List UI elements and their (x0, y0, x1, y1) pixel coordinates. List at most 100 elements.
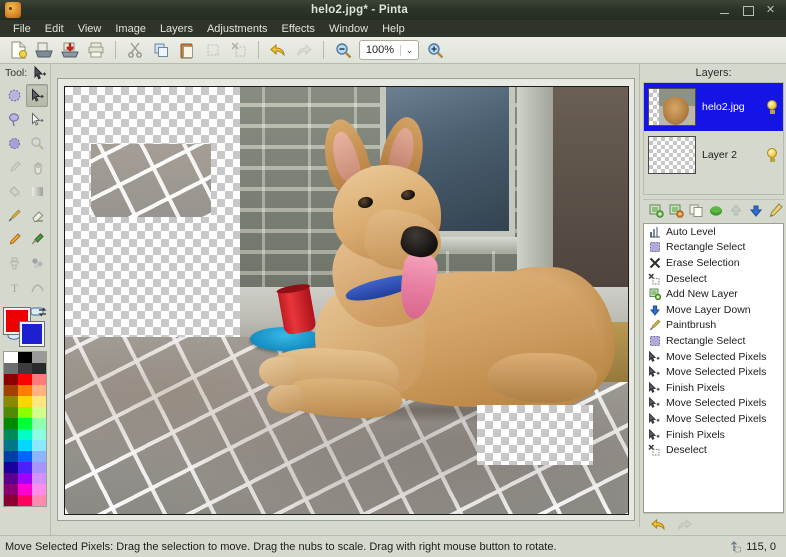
new-file-icon[interactable] (6, 39, 30, 61)
history-item[interactable]: Move Selected Pixels (644, 349, 783, 365)
color-swatch[interactable] (32, 495, 46, 506)
tool-pan[interactable] (26, 156, 48, 179)
color-swatch[interactable] (4, 363, 18, 374)
image-canvas[interactable] (64, 86, 629, 515)
minimize-button[interactable] (718, 4, 731, 17)
history-item[interactable]: Auto Level (644, 224, 783, 240)
swap-colors-icon[interactable] (37, 307, 47, 317)
copy-icon[interactable] (149, 39, 173, 61)
tool-clone-stamp[interactable] (3, 252, 25, 275)
color-swatch[interactable] (32, 484, 46, 495)
color-swatch[interactable] (32, 418, 46, 429)
color-swatch[interactable] (18, 396, 32, 407)
tool-recolor[interactable] (26, 252, 48, 275)
tool-text[interactable]: T (3, 276, 25, 299)
history-item[interactable]: Move Selected Pixels (644, 364, 783, 380)
color-swatch[interactable] (4, 495, 18, 506)
color-swatch[interactable] (4, 418, 18, 429)
menu-item-edit[interactable]: Edit (38, 22, 71, 36)
color-swatch[interactable] (18, 451, 32, 462)
history-redo-icon[interactable] (675, 516, 693, 534)
history-item[interactable]: Deselect (644, 271, 783, 287)
maximize-button[interactable] (741, 4, 754, 17)
layer-row[interactable]: helo2.jpg (644, 83, 783, 131)
menu-item-window[interactable]: Window (322, 22, 375, 36)
color-swatch[interactable] (18, 484, 32, 495)
menu-item-help[interactable]: Help (375, 22, 412, 36)
open-file-icon[interactable] (32, 39, 56, 61)
color-swatch[interactable] (18, 418, 32, 429)
move-layer-up-icon[interactable] (727, 202, 744, 220)
history-item[interactable]: Deselect (644, 442, 783, 458)
save-file-icon[interactable] (58, 39, 82, 61)
color-swatch[interactable] (4, 396, 18, 407)
delete-layer-icon[interactable] (667, 202, 684, 220)
history-item[interactable]: Add New Layer (644, 286, 783, 302)
tool-zoom[interactable] (26, 132, 48, 155)
tool-paint-bucket[interactable] (3, 180, 25, 203)
color-swatch[interactable] (18, 473, 32, 484)
color-swatch[interactable] (32, 363, 46, 374)
color-swatch[interactable] (32, 473, 46, 484)
deselect-icon[interactable] (227, 39, 251, 61)
zoom-in-icon[interactable] (423, 39, 447, 61)
menu-item-layers[interactable]: Layers (153, 22, 200, 36)
history-item[interactable]: Finish Pixels (644, 380, 783, 396)
color-swatch[interactable] (4, 374, 18, 385)
color-swatch[interactable] (32, 429, 46, 440)
menu-item-image[interactable]: Image (108, 22, 153, 36)
layers-list[interactable]: helo2.jpg Layer 2 (643, 82, 784, 195)
color-swatch[interactable] (4, 462, 18, 473)
layer-properties-icon[interactable] (767, 202, 784, 220)
color-swatch[interactable] (4, 429, 18, 440)
color-swatch[interactable] (18, 429, 32, 440)
color-swatch[interactable] (32, 451, 46, 462)
history-item[interactable]: Rectangle Select (644, 240, 783, 256)
history-item[interactable]: Move Layer Down (644, 302, 783, 318)
color-swatch[interactable] (32, 462, 46, 473)
color-swatch[interactable] (4, 473, 18, 484)
history-item[interactable]: Move Selected Pixels (644, 411, 783, 427)
menu-item-file[interactable]: File (6, 22, 38, 36)
color-swatch[interactable] (32, 407, 46, 418)
layer-row[interactable]: Layer 2 (644, 131, 783, 179)
history-list[interactable]: Auto Level Rectangle Select Erase Selectio… (643, 223, 784, 513)
color-swatch[interactable] (18, 440, 32, 451)
color-swatch[interactable] (32, 440, 46, 451)
tool-eraser[interactable] (26, 204, 48, 227)
color-swatch[interactable] (4, 484, 18, 495)
tool-color-picker[interactable] (3, 156, 25, 179)
close-button[interactable]: ✕ (764, 4, 777, 17)
chevron-down-icon[interactable]: ⌄ (400, 44, 418, 56)
merge-layer-down-icon[interactable] (707, 202, 724, 220)
undo-icon[interactable] (266, 39, 290, 61)
history-undo-icon[interactable] (649, 516, 667, 534)
zoom-level-combo[interactable]: 100% ⌄ (359, 40, 419, 60)
canvas-area[interactable] (51, 64, 640, 535)
menu-item-effects[interactable]: Effects (275, 22, 322, 36)
history-item[interactable]: Erase Selection (644, 255, 783, 271)
color-swatch[interactable] (4, 440, 18, 451)
tool-line-curve[interactable] (26, 276, 48, 299)
print-icon[interactable] (84, 39, 108, 61)
color-swatch[interactable] (4, 407, 18, 418)
secondary-color-swatch[interactable] (19, 321, 45, 347)
duplicate-layer-icon[interactable] (687, 202, 704, 220)
layer-visibility-icon[interactable] (765, 99, 779, 115)
move-layer-down-icon[interactable] (747, 202, 764, 220)
history-item[interactable]: Paintbrush (644, 318, 783, 334)
tool-ellipse-select[interactable] (3, 84, 25, 107)
color-swatch-grid[interactable] (3, 351, 47, 507)
color-swatch[interactable] (18, 374, 32, 385)
tool-paintbrush[interactable] (3, 204, 25, 227)
add-new-layer-icon[interactable] (647, 202, 664, 220)
zoom-out-icon[interactable] (331, 39, 355, 61)
menu-item-view[interactable]: View (71, 22, 109, 36)
tool-color-picker-2[interactable] (26, 228, 48, 251)
color-swatch[interactable] (4, 352, 18, 363)
color-swatch[interactable] (4, 385, 18, 396)
tool-magic-wand[interactable] (3, 132, 25, 155)
history-item[interactable]: Move Selected Pixels (644, 396, 783, 412)
color-swatch[interactable] (18, 462, 32, 473)
paste-icon[interactable] (175, 39, 199, 61)
